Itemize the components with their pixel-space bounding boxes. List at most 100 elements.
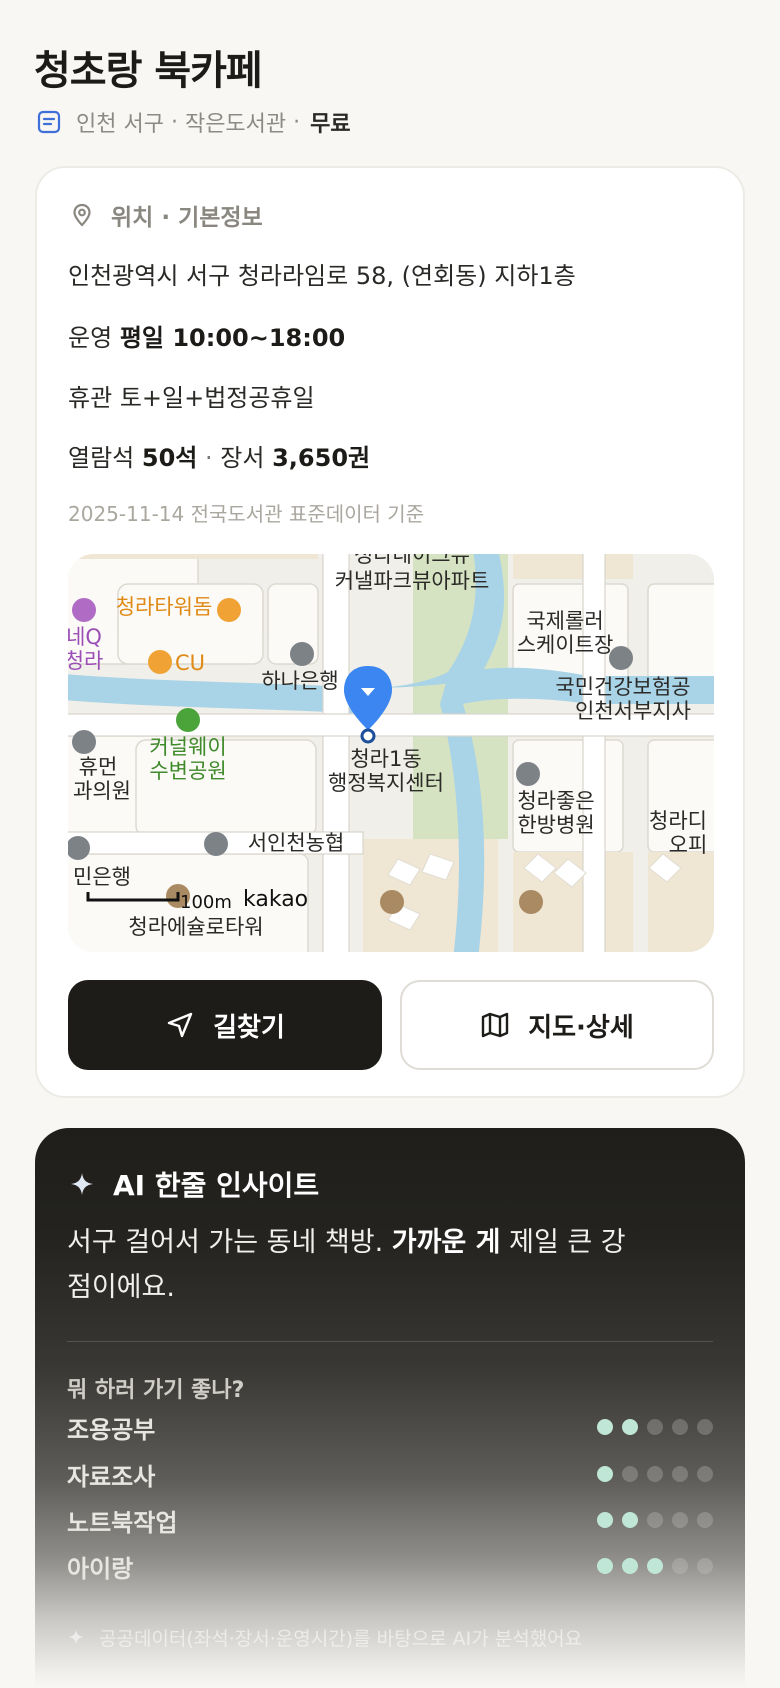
map-label-clinic-2: 과의원 xyxy=(73,779,131,803)
map-icon xyxy=(482,1012,509,1038)
location-info-card: 위치 · 기본정보 인천광역시 서구 청라라임로 58, (연회동) 지하1층 … xyxy=(35,166,745,1098)
sparkle-icon xyxy=(68,1629,84,1645)
map-label-rink: 국제롤러 xyxy=(526,609,603,633)
score-dot-empty xyxy=(672,1558,688,1574)
map-detail-label: 지도·상세 xyxy=(528,1012,634,1043)
score-dot-filled xyxy=(622,1512,638,1528)
location-map[interactable]: 청라레이크뷰 커낼파크뷰아파트 국제롤러 스케이트장 국민건강보험공 인천서부지… xyxy=(68,554,714,952)
navigation-arrow-icon xyxy=(167,1012,193,1038)
score-dot-empty xyxy=(622,1466,638,1482)
divider xyxy=(67,1341,713,1342)
map-label-hanaq: 네Q xyxy=(68,625,102,649)
score-dot-filled xyxy=(597,1558,613,1574)
score-dot-empty xyxy=(647,1419,663,1435)
ai-footnote-text: 공공데이터(좌석·장서·운영시간)를 바탕으로 AI가 분석했어요 xyxy=(99,1627,583,1650)
fee-badge: 무료 xyxy=(310,112,351,137)
meta-separator: · xyxy=(163,109,185,135)
score-dot-filled xyxy=(622,1419,638,1435)
map-label-center-2: 행정복지센터 xyxy=(328,771,444,795)
use-label: 자료조사 xyxy=(67,1462,156,1491)
map-label-hospital-2: 한방병원 xyxy=(517,813,594,837)
use-item: 아이랑 xyxy=(67,1546,713,1586)
books-label: 장서 xyxy=(220,444,265,472)
map-label-nhis-2: 인천서부지사 xyxy=(575,699,691,723)
map-canvas[interactable]: 청라레이크뷰 커낼파크뷰아파트 국제롤러 스케이트장 국민건강보험공 인천서부지… xyxy=(68,554,714,952)
map-poi-icon xyxy=(609,646,633,670)
closed-label: 휴관 xyxy=(68,384,113,412)
map-label-cu: CU xyxy=(175,651,205,675)
map-detail-button[interactable]: 지도·상세 xyxy=(400,980,714,1070)
score-dot-empty xyxy=(697,1558,713,1574)
seats-value: 50석 xyxy=(141,444,198,472)
region-text: 인천 서구 xyxy=(76,112,164,137)
data-source-text: 2025-11-14 전국도서관 표준데이터 기준 xyxy=(68,502,425,526)
closed-value: 토+일+법정공휴일 xyxy=(119,384,315,412)
map-poi-icon xyxy=(72,598,96,622)
map-label-nhis: 국민건강보험공 xyxy=(555,675,690,699)
hospital-icon xyxy=(72,730,96,754)
use-item: 조용공부 xyxy=(67,1407,713,1447)
score-dot-empty xyxy=(672,1466,688,1482)
score-dot-empty xyxy=(697,1512,713,1528)
ai-summary: 서구 걸어서 가는 동네 책방. 가까운 게 제일 큰 강점이에요. xyxy=(67,1220,627,1310)
score-dots xyxy=(588,1558,713,1574)
score-dot-filled xyxy=(597,1512,613,1528)
map-label-apartment: 청라레이크뷰 xyxy=(354,554,470,567)
score-dot-filled xyxy=(622,1558,638,1574)
use-question: 뭐 하러 가기 좋나? xyxy=(67,1378,245,1403)
directions-button[interactable]: 길찾기 xyxy=(68,980,382,1070)
map-label-apartment-2: 커낼파크뷰아파트 xyxy=(335,569,490,593)
score-dot-empty xyxy=(697,1419,713,1435)
map-label-office: 청라디 xyxy=(649,809,707,833)
map-label-tower: 청라타워돔 xyxy=(116,595,213,619)
ai-insight-card: AI 한줄 인사이트 서구 걸어서 가는 동네 책방. 가까운 게 제일 큰 강… xyxy=(35,1128,745,1688)
directions-label: 길찾기 xyxy=(213,1012,285,1043)
map-label-park: 커널웨이 xyxy=(149,735,226,759)
section-title: 위치 · 기본정보 xyxy=(111,205,263,231)
score-dot-empty xyxy=(672,1419,688,1435)
tree-icon xyxy=(176,708,200,732)
location-section-header: 위치 · 기본정보 xyxy=(69,198,263,232)
map-label-nh-bank: 서인천농협 xyxy=(248,831,345,855)
score-dot-empty xyxy=(697,1466,713,1482)
place-meta: 인천 서구 · 작은도서관 · 무료 xyxy=(36,106,351,138)
kakao-logo: kakao xyxy=(243,887,308,912)
score-dots xyxy=(588,1512,713,1528)
map-label-hana-bank: 하나은행 xyxy=(261,669,338,693)
page-title: 청초랑 북카페 xyxy=(34,48,263,94)
location-pin-icon xyxy=(73,203,91,227)
bank-icon xyxy=(204,832,228,856)
document-icon xyxy=(37,110,61,134)
library-type-text: 작은도서관 xyxy=(184,112,287,137)
sparkle-icon xyxy=(71,1173,93,1195)
use-label: 아이랑 xyxy=(67,1554,134,1583)
ai-summary-part: 서구 걸어서 가는 동네 책방. xyxy=(67,1227,384,1258)
use-label: 노트북작업 xyxy=(67,1508,178,1537)
map-label-hanaq-2: 청라 xyxy=(68,649,103,673)
ai-insight-title: AI 한줄 인사이트 xyxy=(113,1169,320,1202)
hours-row: 운영 평일 10:00~18:00 xyxy=(68,318,345,353)
score-dot-empty xyxy=(647,1466,663,1482)
use-item: 자료조사 xyxy=(67,1454,713,1494)
svg-text:100m: 100m xyxy=(180,892,232,913)
hospital-icon xyxy=(516,762,540,786)
score-dot-filled xyxy=(597,1466,613,1482)
score-dot-filled xyxy=(597,1419,613,1435)
map-label-rink-2: 스케이트장 xyxy=(517,633,614,657)
address-text: 인천광역시 서구 청라라임로 58, (연회동) 지하1층 xyxy=(68,262,576,290)
ai-insight-header: AI 한줄 인사이트 xyxy=(69,1164,319,1204)
use-item: 노트북작업 xyxy=(67,1500,713,1540)
score-dots xyxy=(588,1419,713,1435)
ai-summary-highlight: 가까운 게 xyxy=(391,1227,501,1258)
apartment-icon xyxy=(519,890,543,914)
ai-footnote: 공공데이터(좌석·장서·운영시간)를 바탕으로 AI가 분석했어요 xyxy=(67,1622,582,1652)
score-dot-filled xyxy=(647,1558,663,1574)
books-value: 3,650권 xyxy=(272,444,371,472)
stats-row: 열람석 50석 · 장서 3,650권 xyxy=(68,438,370,473)
map-label-bottom-building: 청라에슐로타워 xyxy=(128,915,263,939)
map-poi-icon xyxy=(148,650,172,674)
apartment-icon xyxy=(380,890,404,914)
seats-label: 열람석 xyxy=(68,444,135,472)
score-dot-empty xyxy=(672,1512,688,1528)
closed-row: 휴관 토+일+법정공휴일 xyxy=(68,378,315,413)
